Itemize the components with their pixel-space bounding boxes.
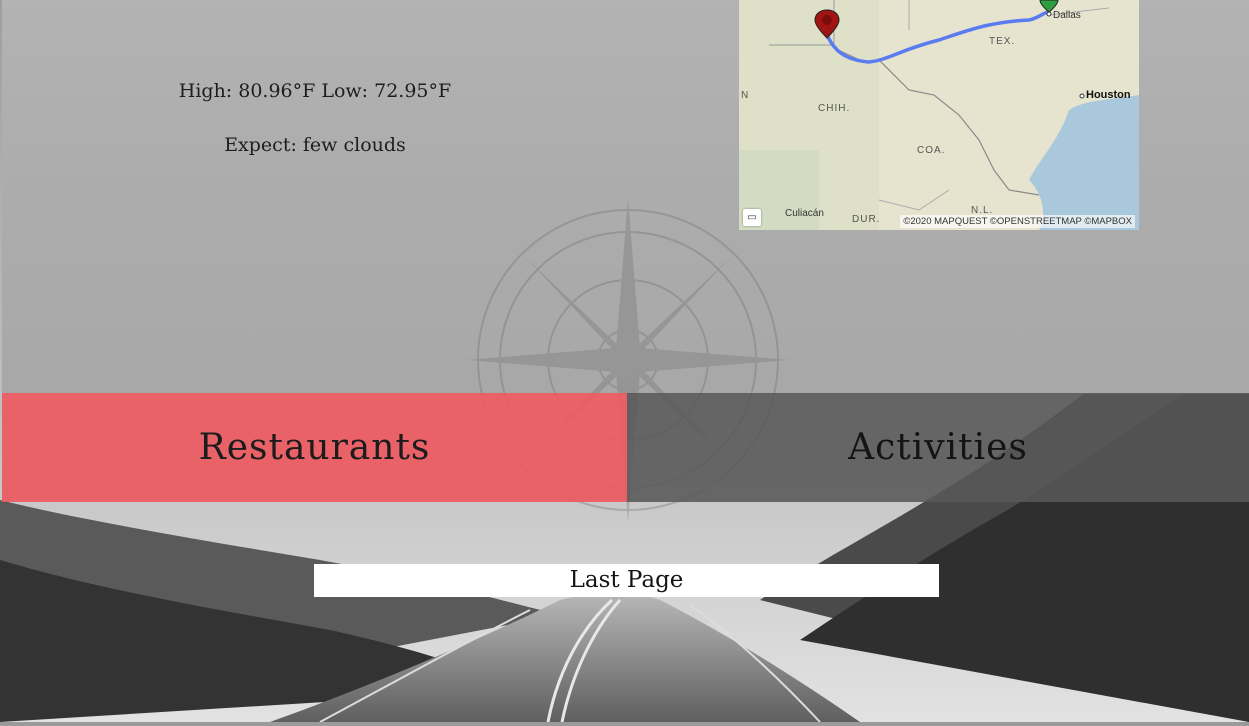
restaurants-button[interactable]: Restaurants xyxy=(2,393,627,502)
map-label-houston: Houston xyxy=(1086,89,1131,101)
map-tiles xyxy=(739,0,1139,230)
map-label-coa: COA. xyxy=(917,145,946,156)
map-attribution: ©2020 MAPQUEST ©OPENSTREETMAP ©MAPBOX xyxy=(900,215,1135,228)
weather-high-low: High: 80.96°F Low: 72.95°F xyxy=(178,80,452,102)
activities-button[interactable]: Activities xyxy=(627,393,1249,502)
weather-forecast: Expect: few clouds xyxy=(224,134,406,156)
route-map[interactable]: Dallas TEX. Houston CHIH. COA. Culiacán … xyxy=(739,0,1139,230)
map-label-culiacan: Culiacán xyxy=(785,208,824,219)
last-page-button[interactable]: Last Page xyxy=(314,564,939,597)
map-label-n: N xyxy=(741,90,749,101)
map-label-dallas: Dallas xyxy=(1053,10,1081,21)
map-label-tex: TEX. xyxy=(989,36,1016,47)
category-buttons: Restaurants Activities xyxy=(2,393,1249,502)
map-label-dur: DUR. xyxy=(852,214,881,225)
map-label-chih: CHIH. xyxy=(818,103,851,114)
